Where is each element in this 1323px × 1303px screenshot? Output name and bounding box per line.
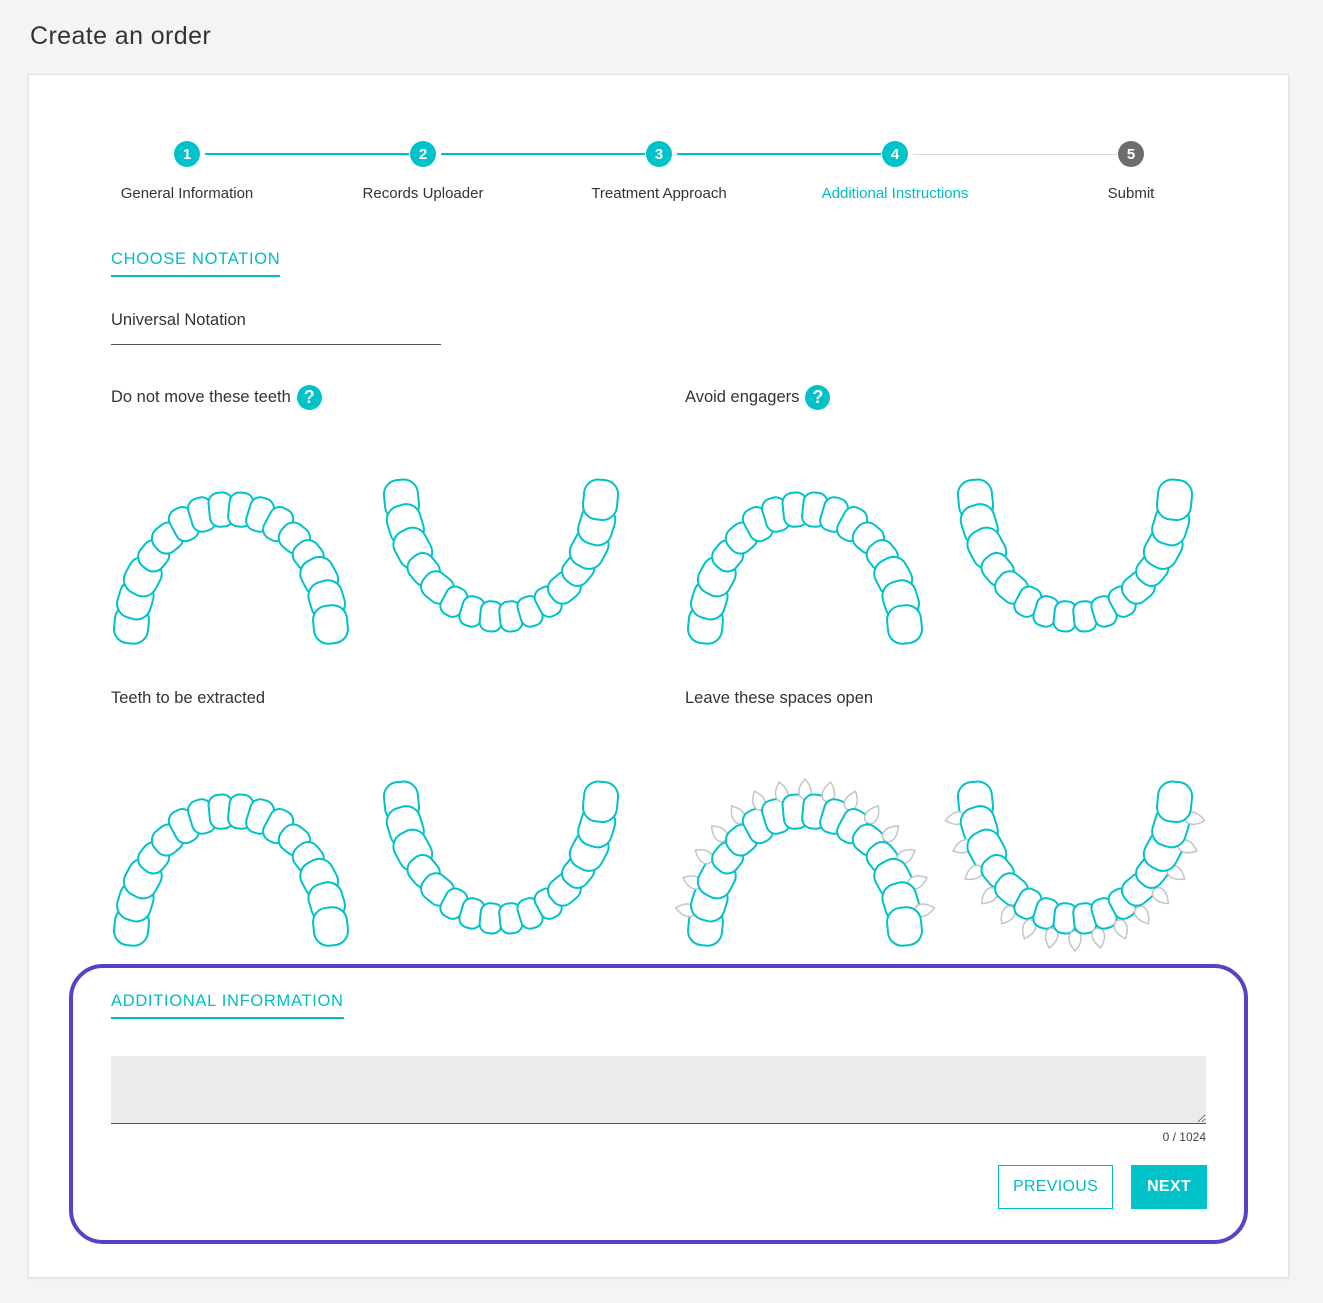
spaces-open-teeth-chart[interactable] <box>674 729 1206 953</box>
do-not-move-label: Do not move these teeth ? <box>111 385 322 410</box>
step-5-label: Submit <box>1107 185 1155 202</box>
extract-text: Teeth to be extracted <box>111 689 266 707</box>
extract-label: Teeth to be extracted <box>111 689 265 708</box>
space-marker[interactable] <box>1068 930 1082 953</box>
step-1-label[interactable]: General Information <box>87 185 287 202</box>
step-2-indicator[interactable]: 2 <box>410 141 436 167</box>
step-4-label[interactable]: Additional Instructions <box>795 185 995 202</box>
lower-tooth[interactable] <box>581 478 620 521</box>
step-1-indicator[interactable]: 1 <box>174 141 200 167</box>
step-3-label[interactable]: Treatment Approach <box>559 185 759 202</box>
notation-select[interactable]: Universal Notation <box>111 311 441 345</box>
spaces-open-label: Leave these spaces open <box>685 689 873 708</box>
spaces-open-text: Leave these spaces open <box>685 689 874 707</box>
character-counter: 0 / 1024 <box>1162 1130 1206 1144</box>
step-4-indicator[interactable]: 4 <box>882 141 908 167</box>
lower-tooth[interactable] <box>1155 478 1194 521</box>
do-not-move-teeth-chart[interactable] <box>111 427 631 647</box>
additional-info-heading: ADDITIONAL INFORMATION <box>111 992 344 1019</box>
progress-stepper: 1 2 3 4 5 General Information Records Up… <box>29 75 1290 215</box>
step-5-indicator: 5 <box>1118 141 1144 167</box>
step-2-label[interactable]: Records Uploader <box>323 185 523 202</box>
upper-tooth[interactable] <box>886 604 924 645</box>
space-marker[interactable] <box>1091 927 1107 950</box>
space-marker[interactable] <box>1112 918 1131 941</box>
order-form-card: 1 2 3 4 5 General Information Records Up… <box>28 74 1289 1278</box>
avoid-engagers-text: Avoid engagers <box>685 388 800 406</box>
page-title: Create an order <box>30 22 212 50</box>
next-button[interactable]: NEXT <box>1131 1165 1207 1209</box>
additional-info-textarea[interactable] <box>111 1056 1206 1124</box>
extract-teeth-chart[interactable] <box>111 729 631 949</box>
help-icon[interactable]: ? <box>805 385 831 410</box>
step-3-indicator[interactable]: 3 <box>646 141 672 167</box>
upper-tooth[interactable] <box>886 906 924 947</box>
lower-tooth[interactable] <box>1155 780 1194 823</box>
choose-notation-heading: CHOOSE NOTATION <box>111 250 281 277</box>
upper-tooth[interactable] <box>312 604 350 645</box>
upper-tooth[interactable] <box>312 906 350 947</box>
help-icon[interactable]: ? <box>296 385 322 410</box>
avoid-engagers-teeth-chart[interactable] <box>685 427 1205 647</box>
previous-button[interactable]: PREVIOUS <box>998 1165 1113 1209</box>
step-connector <box>205 153 409 155</box>
step-connector <box>441 153 645 155</box>
step-connector <box>677 153 881 155</box>
step-connector <box>913 154 1117 155</box>
do-not-move-text: Do not move these teeth <box>111 388 291 406</box>
avoid-engagers-label: Avoid engagers ? <box>685 385 831 410</box>
lower-tooth[interactable] <box>581 780 620 823</box>
